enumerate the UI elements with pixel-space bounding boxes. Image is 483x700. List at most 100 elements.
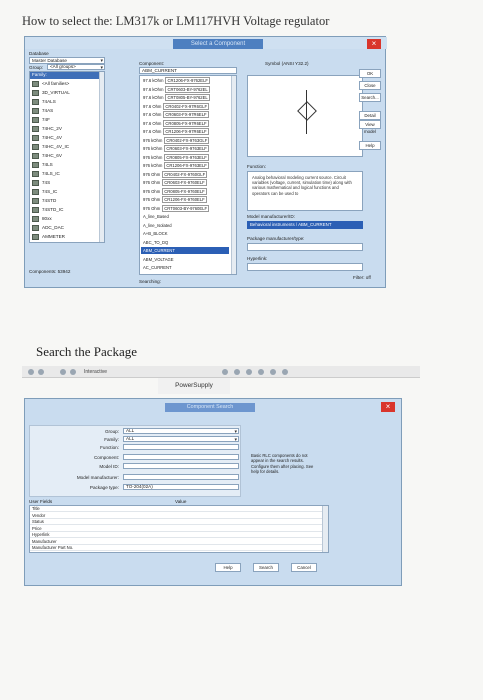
tab-powersupply[interactable]: PowerSupply xyxy=(158,378,230,394)
family-item[interactable]: 74HC_4V_IC xyxy=(32,143,69,151)
step-icon[interactable] xyxy=(60,369,66,375)
part-number: CR1206-FX-9760ELF xyxy=(162,196,207,203)
user-field-row[interactable]: Price xyxy=(30,526,328,532)
family-dropdown[interactable]: ALL ▾ xyxy=(123,436,239,443)
user-field-row[interactable]: Manufacturer xyxy=(30,539,328,545)
group-dropdown[interactable]: ALL ▾ xyxy=(123,428,239,435)
component-list-item[interactable]: 976 kOhm CR1206-FX-9763ELF xyxy=(141,162,229,169)
database-dropdown[interactable]: Master Database ▾ xyxy=(29,57,105,64)
ok-button[interactable]: OK xyxy=(359,69,381,78)
component-list-item[interactable]: 976 Ohm CR0402-FX-9760GLF xyxy=(141,170,229,178)
component-list-item[interactable]: AC_CURRENT xyxy=(141,264,229,271)
component-list-item[interactable]: 97.6 kOhm CR1206-FX-9762ELF xyxy=(141,77,229,84)
group-value: ALL xyxy=(126,428,135,433)
hyperlink-label: Hyperlink: xyxy=(247,256,268,261)
component-list-item[interactable]: 97.6 Ohm CR0603-FX-97R6ELF xyxy=(141,111,229,118)
probe-icon[interactable] xyxy=(258,369,264,375)
family-item[interactable]: 74F xyxy=(32,116,50,124)
family-item[interactable]: 80xx xyxy=(32,215,52,223)
component-field[interactable] xyxy=(123,454,239,460)
scrollbar[interactable] xyxy=(99,72,104,242)
search-button[interactable]: Search... xyxy=(359,93,381,102)
user-fields-grid[interactable]: Title Vendor Status Price Hyperlink Manufactu… xyxy=(29,505,329,553)
family-item[interactable]: 74HC_6V xyxy=(32,152,62,160)
family-item[interactable]: 74STD xyxy=(32,197,56,205)
component-list-item[interactable]: 97.6 kOhm CRT0603-BY-9762EL xyxy=(141,85,229,93)
component-list-item[interactable]: 97.6 Ohm CR0402-FX-97R6GLF xyxy=(141,102,229,110)
component-list-item[interactable]: 976 Ohm CR0805-FX-9760ELF xyxy=(141,187,229,195)
user-field-row[interactable]: Title xyxy=(30,506,328,512)
package-type-input[interactable]: TO-204(02A) xyxy=(123,484,239,490)
scrollbar[interactable] xyxy=(322,506,328,552)
probe-icon[interactable] xyxy=(270,369,276,375)
probe-icon[interactable] xyxy=(246,369,252,375)
component-input[interactable]: ABM_CURRENT xyxy=(139,67,237,74)
group-dropdown[interactable]: <All groups> ▾ xyxy=(47,64,105,71)
component-list-item[interactable]: 97.6 kOhm CRT0805-BY-9762EL xyxy=(141,94,229,101)
search-button[interactable]: Search xyxy=(253,563,279,572)
family-item[interactable]: ADC_DAC xyxy=(32,224,64,232)
view-model-button[interactable]: View model xyxy=(359,120,381,134)
package-field[interactable] xyxy=(247,243,363,251)
package-type-value: TO-204(02A) xyxy=(126,484,153,489)
hyperlink-field[interactable] xyxy=(247,263,363,271)
help-button[interactable]: Help xyxy=(215,563,241,572)
model-manufacturer-field[interactable] xyxy=(123,474,239,480)
family-item-all[interactable]: <All families> xyxy=(32,80,69,88)
probe-icon[interactable] xyxy=(222,369,228,375)
family-item[interactable]: 74S_IC xyxy=(32,188,57,196)
component-list-item[interactable]: 976 kOhm CR0603-FX-9763ELF xyxy=(141,145,229,152)
user-field-row[interactable]: Status xyxy=(30,519,328,525)
user-field-row[interactable]: Hyperlink xyxy=(30,532,328,538)
component-list-item[interactable]: 976 Ohm CR1206-FX-9760ELF xyxy=(141,196,229,203)
component-family-icon xyxy=(32,116,39,123)
component-list-item[interactable]: 976 kOhm CR0402-FX-9763GLF xyxy=(141,136,229,144)
page-title: How to select the: LM317k or LM117HVH Vo… xyxy=(22,14,330,28)
user-field-row[interactable]: Manufacturer Part No. xyxy=(30,545,328,551)
family-list[interactable]: Family: <All families> 3D_VIRTUAL 74ALS 74… xyxy=(29,71,105,243)
component-family-icon xyxy=(32,188,39,195)
family-item[interactable]: 74LS xyxy=(32,161,53,169)
stop-icon[interactable] xyxy=(70,369,76,375)
family-item[interactable]: 74ALS xyxy=(32,98,56,106)
component-list-item[interactable]: ABM_VOLTAGE xyxy=(141,256,229,263)
user-field-row[interactable]: Vendor xyxy=(30,513,328,519)
close-button[interactable]: × xyxy=(381,402,395,412)
component-list-item[interactable]: A_line_Isolated xyxy=(141,222,229,229)
play-icon[interactable] xyxy=(28,369,34,375)
package-label: Package manufacturer/type: xyxy=(247,236,305,241)
family-item[interactable]: 74S xyxy=(32,179,50,187)
component-list-item[interactable]: 976 Ohm CR0603-FX-9760ELF xyxy=(141,179,229,186)
family-item[interactable]: 74HC_4V xyxy=(32,134,62,142)
probe-icon[interactable] xyxy=(282,369,288,375)
family-item[interactable]: 74AS xyxy=(32,107,53,115)
cancel-button[interactable]: Cancel xyxy=(291,563,317,572)
function-field[interactable] xyxy=(123,444,239,450)
component-list-item[interactable]: A_line_Based xyxy=(141,213,229,220)
part-number: CR0805-FX-9763ELF xyxy=(164,153,209,161)
component-list[interactable]: 97.6 kOhm CR1206-FX-9762ELF 97.6 kOhm CRT06… xyxy=(139,75,237,275)
component-list-item[interactable]: 97.6 Ohm CR0805-FX-97R6ELF xyxy=(141,119,229,127)
family-item[interactable]: 3D_VIRTUAL xyxy=(32,89,70,97)
detail-report-button[interactable]: Detail report xyxy=(359,111,381,125)
family-item[interactable]: 74LS_IC xyxy=(32,170,60,178)
component-list-item[interactable]: ABC_TO_DQ xyxy=(141,239,229,246)
family-item[interactable]: 74HC_2V xyxy=(32,125,62,133)
component-list-item[interactable]: 97.6 Ohm CR1206-FX-97R6ELF xyxy=(141,128,229,135)
family-item[interactable]: AMMETER xyxy=(32,233,65,241)
model-id-field[interactable] xyxy=(123,463,239,469)
component-list-item[interactable]: 976 kOhm CR0805-FX-9763ELF xyxy=(141,153,229,161)
model-manufacturer-value[interactable]: Behavioral instruments / ABM_CURRENT xyxy=(247,221,363,229)
pause-icon[interactable] xyxy=(38,369,44,375)
component-family-icon xyxy=(32,224,39,231)
close-dialog-button[interactable]: Close xyxy=(359,81,381,90)
close-button[interactable]: × xyxy=(367,39,381,49)
help-button[interactable]: Help xyxy=(359,141,381,150)
scrollbar[interactable] xyxy=(231,76,236,274)
part-number: CR0603-FX-9763ELF xyxy=(164,145,209,152)
component-list-item[interactable]: A+B_BLOCK xyxy=(141,230,229,237)
component-list-item[interactable]: 976 Ohm CRT0603-BY-9760ELF xyxy=(141,204,229,212)
component-list-item[interactable]: ABM_CURRENT xyxy=(141,247,229,254)
family-item[interactable]: 74STD_IC xyxy=(32,206,63,214)
probe-icon[interactable] xyxy=(234,369,240,375)
